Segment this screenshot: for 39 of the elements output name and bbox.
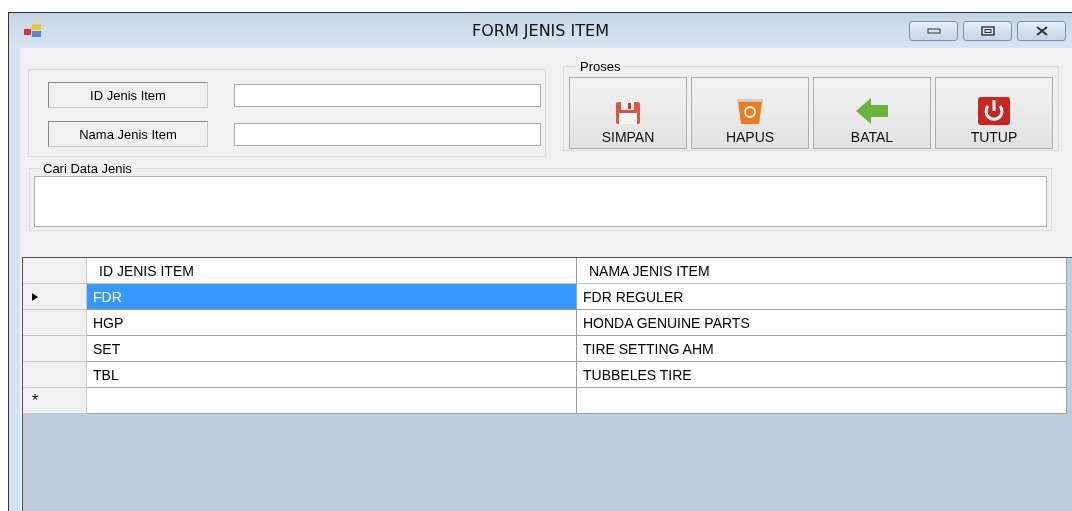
field-label: ID Jenis Item — [48, 82, 208, 108]
left-arrow-icon — [855, 97, 889, 125]
table-cell[interactable]: HONDA GENUINE PARTS — [577, 310, 1067, 336]
search-field[interactable] — [34, 176, 1047, 227]
maximize-button[interactable] — [963, 20, 1012, 41]
field-label: Nama Jenis Item — [48, 121, 208, 147]
delete-button[interactable]: HAPUS — [691, 77, 809, 149]
input-field[interactable] — [234, 122, 541, 146]
recycle-bin-icon — [737, 97, 763, 125]
current-row-icon — [32, 292, 38, 301]
row-header — [23, 258, 87, 284]
row-header[interactable] — [23, 310, 87, 336]
table-cell[interactable]: FDR REGULER — [577, 284, 1067, 310]
table-cell[interactable]: HGP — [87, 310, 577, 336]
column-header[interactable]: NAMA JENIS ITEM — [577, 258, 1067, 284]
window-title: FORM JENIS ITEM — [472, 21, 609, 40]
group-title: Proses — [579, 59, 622, 74]
new-row-header[interactable]: * — [23, 388, 87, 414]
table-cell[interactable]: TIRE SETTING AHM — [577, 336, 1067, 362]
close-button[interactable] — [1017, 20, 1066, 41]
save-button[interactable]: SIMPAN — [569, 77, 687, 149]
table-cell[interactable]: TUBBELES TIRE — [577, 362, 1067, 388]
minimize-button[interactable] — [909, 20, 958, 41]
new-row-marker: * — [32, 391, 39, 410]
group-title: Cari Data Jenis — [42, 161, 133, 176]
table-cell[interactable]: TBL — [87, 362, 577, 388]
row-header[interactable] — [23, 362, 87, 388]
table-cell[interactable]: SET — [87, 336, 577, 362]
app-icon — [24, 23, 42, 38]
power-icon — [978, 97, 1010, 125]
row-header[interactable] — [23, 284, 87, 310]
restore-icon — [980, 25, 995, 36]
cancel-button[interactable]: BATAL — [813, 77, 931, 149]
column-header[interactable]: ID JENIS ITEM — [87, 258, 577, 284]
row-header[interactable] — [23, 336, 87, 362]
input-field[interactable] — [234, 83, 541, 107]
minimize-icon — [926, 27, 941, 34]
close-form-button[interactable]: TUTUP — [935, 77, 1053, 149]
close-icon — [1034, 25, 1049, 36]
